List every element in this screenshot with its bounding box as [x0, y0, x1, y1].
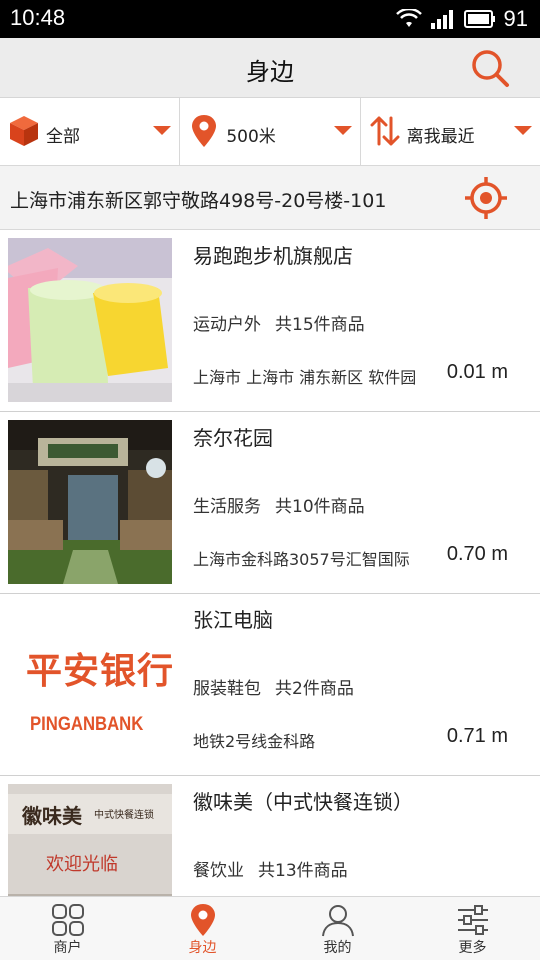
battery-icon	[463, 10, 495, 28]
shop-thumbnail	[8, 420, 172, 584]
shop-list-item[interactable]: 易跑跑步机旗舰店 运动户外 共15件商品 上海市 上海市 浦东新区 软件园 0.0…	[0, 230, 540, 412]
shop-address: 上海市 上海市 浦东新区 软件园	[193, 368, 417, 387]
filter-bar: 全部 500米 离我最近	[0, 98, 540, 166]
shop-distance: 0.70 m	[446, 543, 508, 565]
tab-shops[interactable]: 商户	[0, 897, 135, 960]
shop-category: 餐饮业	[193, 861, 244, 881]
restaurant-sign-sub: 中式快餐连锁	[94, 810, 154, 821]
restaurant-sign-name: 徽味美	[22, 804, 82, 828]
status-bar: 10:48 91	[0, 0, 540, 38]
status-time: 10:48	[10, 5, 66, 30]
locate-button[interactable]	[464, 176, 508, 220]
location-pin-icon	[192, 115, 217, 147]
chevron-down-icon	[153, 126, 172, 135]
tab-label: 身边	[188, 940, 217, 956]
shop-address: 上海市金科路3057号汇智国际	[193, 550, 410, 569]
shop-list-item[interactable]: 徽味美 中式快餐连锁 欢迎光临 徽味美（中式快餐连锁） 餐饮业 共13件商品	[0, 776, 540, 896]
shop-list-item[interactable]: 奈尔花园 生活服务 共10件商品 上海市金科路3057号汇智国际 0.70 m	[0, 412, 540, 594]
wifi-icon	[395, 9, 422, 27]
current-address-bar: 上海市浦东新区郭守敬路498号-20号楼-101	[0, 166, 540, 230]
filter-distance-label: 500米	[226, 127, 276, 147]
shop-product-count: 共15件商品	[275, 315, 365, 335]
shop-thumbnail	[8, 238, 172, 402]
tab-more[interactable]: 更多	[405, 897, 540, 960]
tab-label: 更多	[458, 940, 487, 956]
shop-name: 易跑跑步机旗舰店	[193, 244, 353, 268]
search-icon	[472, 50, 509, 87]
battery-level: 91	[503, 6, 528, 31]
current-address: 上海市浦东新区郭守敬路498号-20号楼-101	[10, 190, 387, 212]
filter-category-label: 全部	[46, 127, 80, 147]
pingan-logo-cn: 平安银行	[26, 651, 172, 692]
user-icon	[321, 905, 354, 937]
shop-name: 张江电脑	[193, 608, 273, 632]
filter-sort[interactable]: 离我最近	[361, 98, 540, 165]
location-pin-icon	[190, 904, 215, 936]
bottom-tab-bar: 商户 身边 我的 更多	[0, 896, 540, 960]
page-title: 身边	[246, 58, 294, 86]
crosshair-icon	[465, 177, 507, 219]
tab-label: 我的	[323, 940, 352, 956]
filter-sort-label: 离我最近	[406, 127, 475, 147]
shop-name: 奈尔花园	[193, 426, 273, 450]
cube-icon	[10, 116, 38, 146]
tab-nearby[interactable]: 身边	[135, 897, 270, 960]
shop-product-count: 共13件商品	[258, 861, 348, 881]
shop-distance: 0.71 m	[446, 725, 508, 747]
settings-sliders-icon	[457, 905, 488, 935]
shop-category: 生活服务	[193, 497, 261, 517]
shop-product-count: 共2件商品	[275, 679, 354, 699]
shop-list-item[interactable]: 平安银行 PINGANBANK 张江电脑 服装鞋包 共2件商品 地铁2号线金科路 …	[0, 594, 540, 776]
shop-name: 徽味美（中式快餐连锁）	[193, 790, 413, 814]
shop-thumbnail: 徽味美 中式快餐连锁 欢迎光临	[8, 784, 172, 896]
filter-category[interactable]: 全部	[0, 98, 181, 165]
chevron-down-icon	[333, 126, 352, 135]
filter-distance[interactable]: 500米	[180, 98, 361, 165]
tab-label: 商户	[53, 940, 82, 956]
grid-icon	[51, 904, 84, 936]
search-button[interactable]	[470, 48, 510, 88]
shop-category: 服装鞋包	[193, 679, 261, 699]
shop-distance: 0.01 m	[446, 361, 508, 383]
restaurant-sign-welcome: 欢迎光临	[46, 854, 118, 875]
sort-arrows-icon	[370, 116, 400, 146]
pingan-logo-en: PINGANBANK	[30, 714, 144, 735]
shop-category: 运动户外	[193, 315, 261, 335]
shop-product-count: 共10件商品	[275, 497, 365, 517]
header: 身边	[0, 38, 540, 98]
tab-mine[interactable]: 我的	[270, 897, 405, 960]
chevron-down-icon	[513, 126, 532, 135]
signal-icon	[430, 10, 453, 29]
shop-list[interactable]: 易跑跑步机旗舰店 运动户外 共15件商品 上海市 上海市 浦东新区 软件园 0.0…	[0, 230, 540, 896]
shop-thumbnail: 平安银行 PINGANBANK	[8, 602, 172, 766]
shop-address: 地铁2号线金科路	[193, 732, 316, 751]
